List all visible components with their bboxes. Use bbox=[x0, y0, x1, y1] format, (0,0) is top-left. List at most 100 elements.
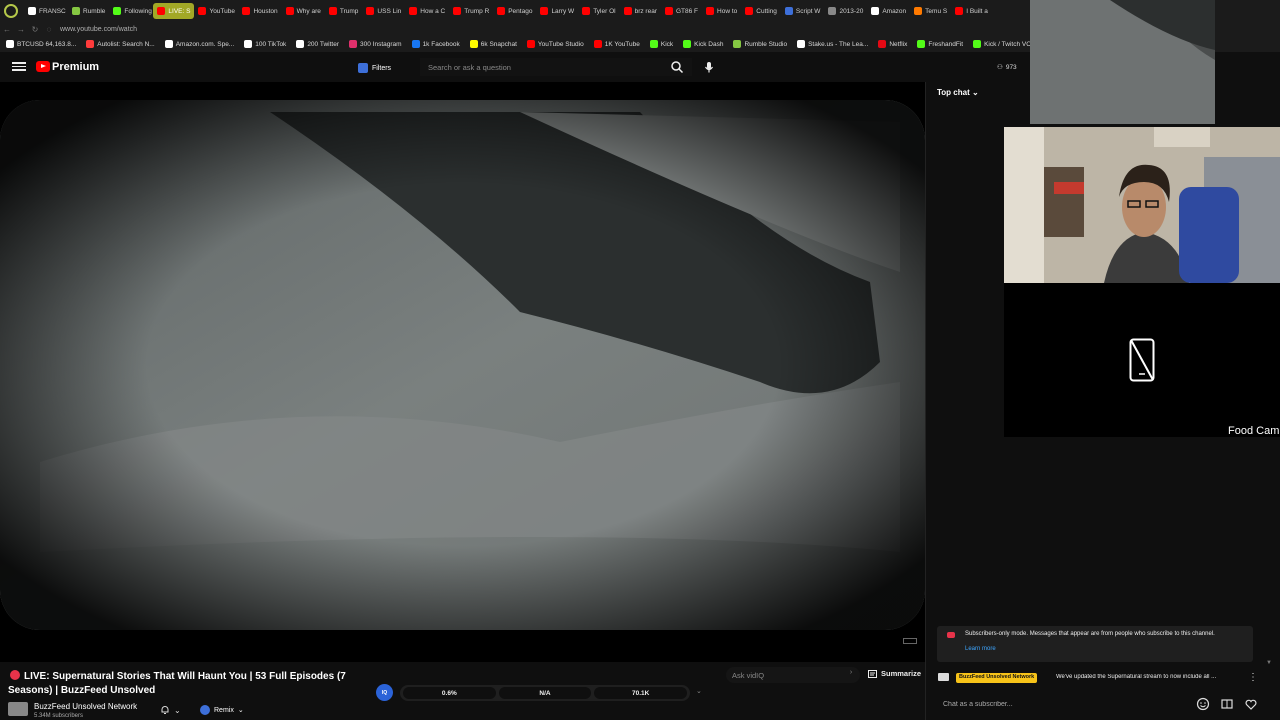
bookmark-label: 300 Instagram bbox=[360, 40, 402, 48]
ask-vidiq-input[interactable] bbox=[726, 667, 860, 683]
learn-more-link[interactable]: Learn more bbox=[965, 646, 996, 652]
chat-scroll-down-icon[interactable]: ▼ bbox=[1266, 660, 1272, 666]
bookmark-label: Kick bbox=[660, 40, 674, 48]
reload-icon[interactable]: ↻ bbox=[28, 25, 42, 34]
tab-favicon-icon bbox=[914, 7, 923, 15]
pinned-author-badge[interactable]: BuzzFeed Unsolved Network bbox=[956, 673, 1038, 683]
browser-tab[interactable]: LIVE: S bbox=[153, 3, 195, 19]
browser-tab[interactable]: Trump bbox=[325, 3, 363, 19]
youtube-premium-label[interactable]: Premium bbox=[52, 61, 99, 73]
bookmark-item[interactable]: BTCUSD 64,163.8... bbox=[6, 40, 76, 48]
remix-label: Remix bbox=[214, 706, 234, 714]
person-icon: ⚇ bbox=[997, 64, 1003, 71]
browser-tab[interactable]: Amazon bbox=[867, 3, 910, 19]
bookmark-item[interactable]: 1K YouTube bbox=[593, 40, 640, 48]
bookmark-item[interactable]: YouTube Studio bbox=[526, 40, 584, 48]
search-icon[interactable] bbox=[670, 60, 684, 74]
filters-label: Filters bbox=[372, 64, 392, 72]
browser-tab[interactable]: 2013-20 bbox=[824, 3, 867, 19]
channel-avatar[interactable] bbox=[8, 702, 28, 716]
browser-tab[interactable]: Cutting bbox=[741, 3, 781, 19]
tab-favicon-icon bbox=[784, 7, 793, 15]
bookmark-item[interactable]: 300 Instagram bbox=[349, 40, 402, 48]
tab-label: Why are bbox=[296, 7, 321, 15]
browser-tab[interactable]: YouTube bbox=[194, 3, 238, 19]
hamburger-menu-icon[interactable] bbox=[12, 60, 26, 74]
notification-bell-button[interactable]: ⌄ bbox=[160, 703, 190, 717]
top-chat-dropdown[interactable]: Top chat ⌄ bbox=[937, 88, 979, 97]
stats-expand-icon[interactable]: ⌄ bbox=[696, 687, 702, 695]
emoji-icon[interactable] bbox=[1196, 697, 1210, 711]
bookmark-favicon-icon bbox=[244, 40, 253, 48]
browser-tab[interactable]: brz rear bbox=[620, 3, 661, 19]
browser-tab[interactable]: Larry W bbox=[536, 3, 578, 19]
tab-label: Trump R bbox=[464, 7, 490, 15]
site-info-icon[interactable]: ◌ bbox=[42, 25, 56, 34]
youtube-logo-icon[interactable] bbox=[36, 61, 50, 72]
filters-button[interactable]: Filters bbox=[358, 61, 391, 75]
tab-label: Temu S bbox=[925, 7, 948, 15]
url-text[interactable]: www.youtube.com/watch bbox=[60, 26, 137, 33]
membership-icon[interactable] bbox=[1220, 697, 1234, 711]
browser-tab[interactable]: Pentago bbox=[493, 3, 536, 19]
video-watermark-icon bbox=[903, 638, 917, 644]
browser-tab[interactable]: GT86 F bbox=[661, 3, 702, 19]
forward-icon[interactable]: → bbox=[14, 25, 28, 34]
bookmark-item[interactable]: Autolist: Search N... bbox=[86, 40, 155, 48]
bookmark-item[interactable]: 6k Snapchat bbox=[469, 40, 517, 48]
video-player[interactable] bbox=[0, 82, 925, 662]
microphone-icon[interactable] bbox=[702, 60, 716, 74]
browser-tab[interactable]: Temu S bbox=[910, 3, 951, 19]
bookmark-item[interactable]: Kick Dash bbox=[683, 40, 723, 48]
more-options-icon[interactable]: ⋮ bbox=[1248, 672, 1258, 683]
tab-favicon-icon bbox=[285, 7, 294, 15]
bookmark-label: Autolist: Search N... bbox=[97, 40, 155, 48]
browser-tab[interactable]: USS Lin bbox=[362, 3, 405, 19]
browser-tab[interactable]: FRANSC bbox=[24, 3, 68, 19]
tab-label: brz rear bbox=[634, 7, 657, 15]
bookmark-item[interactable]: Stake.us - The Lea... bbox=[797, 40, 868, 48]
bookmark-item[interactable]: 200 Twitter bbox=[296, 40, 339, 48]
heart-icon[interactable] bbox=[1244, 697, 1258, 711]
bookmark-item[interactable]: 1k Facebook bbox=[411, 40, 460, 48]
browser-tab[interactable]: Trump R bbox=[449, 3, 493, 19]
back-icon[interactable]: ← bbox=[0, 25, 14, 34]
summarize-button[interactable]: Summarize bbox=[868, 669, 921, 678]
tab-label: GT86 F bbox=[676, 7, 699, 15]
tab-label: Script W bbox=[795, 7, 821, 15]
tab-label: LIVE: S bbox=[168, 7, 191, 15]
search-input[interactable] bbox=[420, 58, 692, 76]
video-frame bbox=[0, 100, 925, 630]
bookmark-item[interactable]: Rumble Studio bbox=[733, 40, 787, 48]
bookmark-item[interactable]: FreshandFit bbox=[917, 40, 963, 48]
channel-name[interactable]: BuzzFeed Unsolved Network bbox=[34, 702, 137, 711]
bookmark-favicon-icon bbox=[411, 40, 420, 48]
bookmark-item[interactable]: Netflix bbox=[878, 40, 907, 48]
tab-favicon-icon bbox=[665, 7, 673, 15]
browser-tab[interactable]: How a C bbox=[405, 3, 449, 19]
tab-favicon-icon bbox=[198, 7, 207, 15]
browser-tab[interactable]: Houston bbox=[238, 3, 281, 19]
remix-button[interactable]: Remix ⌄ bbox=[200, 703, 244, 717]
viewer-count-value: 973 bbox=[1005, 63, 1017, 71]
bookmark-item[interactable]: 100 TikTok bbox=[244, 40, 286, 48]
bookmark-item[interactable]: Kick bbox=[649, 40, 674, 48]
viewer-count: ⚇ 973 bbox=[997, 63, 1017, 72]
browser-tab[interactable]: Script W bbox=[781, 3, 825, 19]
browser-tab[interactable]: Tyler Ol bbox=[578, 3, 619, 19]
tab-label: Amazon bbox=[882, 7, 907, 15]
tab-label: FRANSC bbox=[39, 7, 66, 15]
browser-tab[interactable]: Rumble bbox=[68, 3, 109, 19]
browser-tab[interactable]: Following bbox=[109, 3, 153, 19]
bookmark-item[interactable]: Amazon.com. Spe... bbox=[164, 40, 234, 48]
browser-tab[interactable]: How to bbox=[702, 3, 741, 19]
bookmark-label: BTCUSD 64,163.8... bbox=[17, 40, 77, 48]
browser-tab[interactable]: I Built a bbox=[951, 3, 992, 19]
vidiq-icon[interactable]: IQ bbox=[376, 684, 393, 701]
ask-submit-icon[interactable]: › bbox=[845, 669, 857, 681]
browser-tab[interactable]: Why are bbox=[282, 3, 325, 19]
vidiq-stat: 0.6% bbox=[403, 687, 496, 699]
bookmark-label: 1k Facebook bbox=[422, 40, 460, 48]
tab-favicon-icon bbox=[871, 7, 880, 15]
chat-input[interactable] bbox=[937, 697, 1187, 711]
